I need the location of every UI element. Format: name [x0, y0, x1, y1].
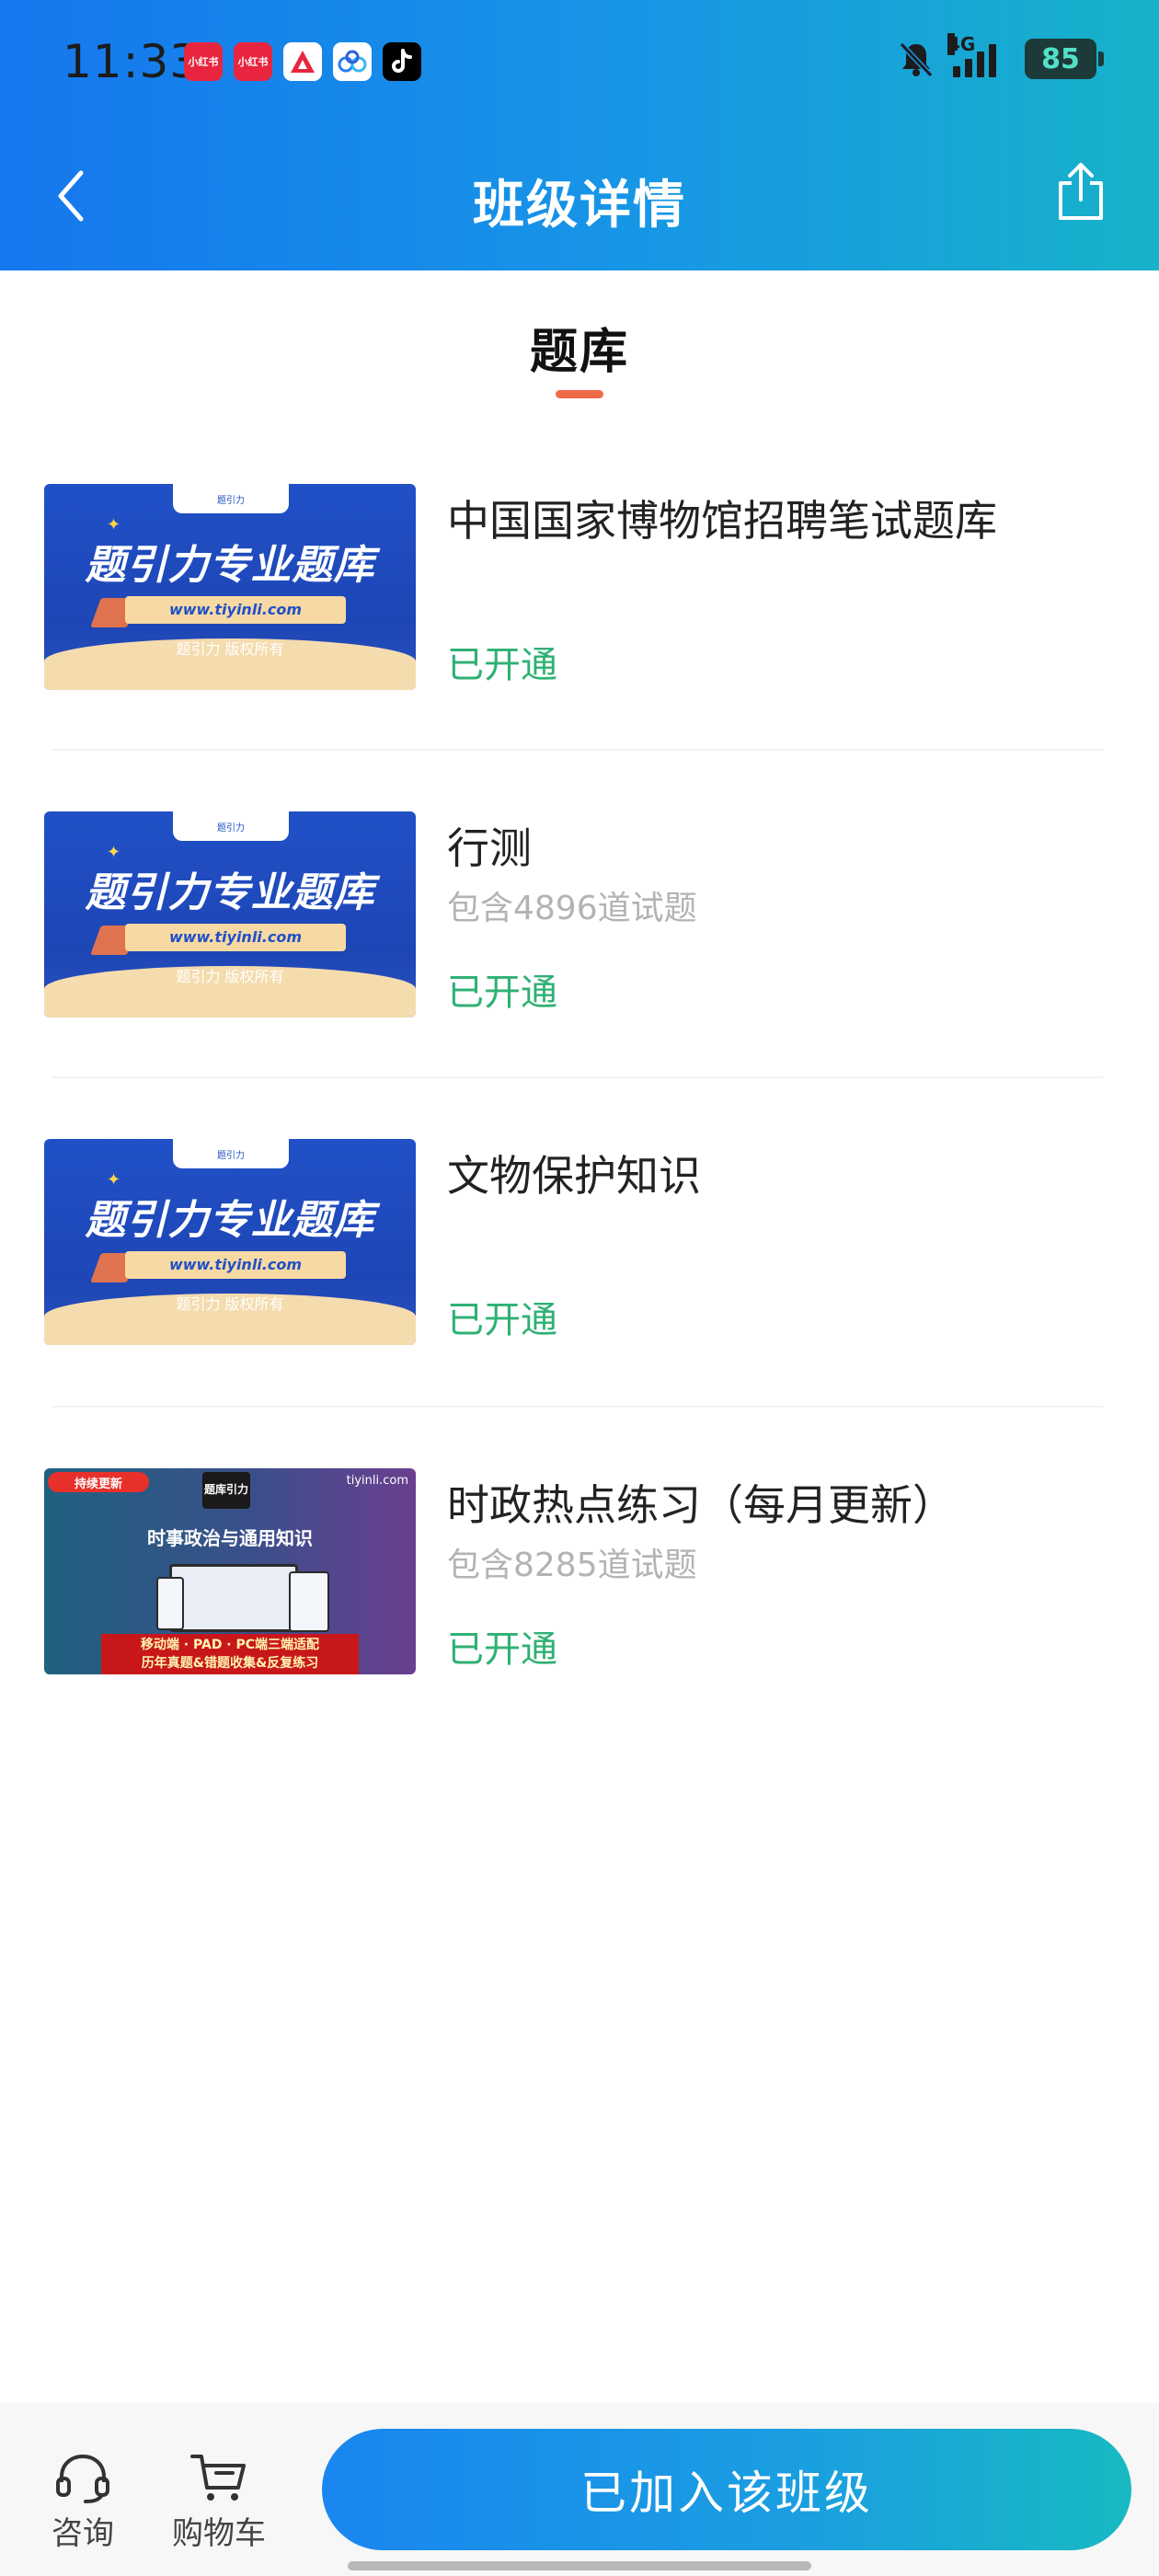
baidu-netdisk-icon [333, 42, 372, 81]
thumbnail-headline: 题引力专业题库 [85, 869, 375, 916]
share-button[interactable] [1050, 158, 1111, 224]
item-title: 中国国家博物馆招聘笔试题库 [447, 496, 997, 546]
xiaohongshu-icon: 小红书 [184, 42, 223, 81]
thumbnail-headline: 题引力专业题库 [85, 1197, 375, 1244]
bell-muted-icon [899, 41, 934, 78]
item-title: 文物保护知识 [447, 1151, 701, 1201]
tab-active-indicator [556, 390, 603, 398]
item-status: 已开通 [447, 644, 557, 686]
item-status: 已开通 [447, 1299, 557, 1341]
list-item[interactable]: 题引力 ✦ 题引力专业题库 www.tiyinli.com 题引力 版权所有 文… [44, 1133, 1104, 1354]
home-indicator[interactable] [348, 2561, 811, 2570]
consult-label: 咨询 [52, 2515, 114, 2552]
headset-icon [56, 2454, 109, 2503]
header: 11:33 小红书 小红书 4G 85 班级详情 [0, 0, 1159, 270]
divider [52, 1406, 1104, 1408]
thumbnail-headline: 题引力专业题库 [85, 542, 375, 589]
thumbnail-copyright: 题引力 版权所有 [176, 968, 284, 985]
item-status: 已开通 [447, 1628, 557, 1671]
thumbnail-brand: 题引力 [173, 811, 289, 841]
list-item[interactable]: 持续更新 题库引力 tiyinli.com 时事政治与通用知识 移动端 · PA… [44, 1463, 1104, 1684]
tablet-icon [289, 1571, 329, 1632]
item-thumbnail: 题引力 ✦ 题引力专业题库 www.tiyinli.com 题引力 版权所有 [44, 484, 416, 690]
item-thumbnail: 题引力 ✦ 题引力专业题库 www.tiyinli.com 题引力 版权所有 [44, 811, 416, 1018]
thumbnail-url: www.tiyinli.com [125, 1251, 346, 1279]
network-type: 4G [947, 33, 976, 55]
item-thumbnail: 题引力 ✦ 题引力专业题库 www.tiyinli.com 题引力 版权所有 [44, 1139, 416, 1345]
item-thumbnail: 持续更新 题库引力 tiyinli.com 时事政治与通用知识 移动端 · PA… [44, 1468, 416, 1674]
red-app-icon [283, 42, 322, 81]
status-time: 11:33 [63, 35, 201, 88]
status-indicators: 4G 85 [896, 33, 1104, 79]
item-title: 时政热点练习（每月更新） [447, 1480, 955, 1530]
thumbnail-banner: 移动端 · PAD · PC端三端适配 历年真题&错题收集&反复练习 [101, 1634, 359, 1674]
consult-button[interactable]: 咨询 [28, 2451, 138, 2553]
page-title: 班级详情 [473, 176, 686, 236]
thumbnail-subtitle: 时事政治与通用知识 [147, 1527, 313, 1549]
xiaohongshu-icon: 小红书 [234, 42, 272, 81]
thumbnail-banner-line2: 历年真题&错题收集&反复练习 [141, 1656, 319, 1671]
thumbnail-copyright: 题引力 版权所有 [176, 640, 284, 658]
status-app-icons: 小红书 小红书 [184, 42, 421, 81]
thumbnail-copyright: 题引力 版权所有 [176, 1295, 284, 1313]
divider [52, 1076, 1104, 1078]
item-subtitle: 包含4896道试题 [447, 890, 697, 927]
divider [52, 749, 1104, 751]
cart-button[interactable]: 购物车 [164, 2451, 274, 2553]
laptop-icon [169, 1564, 298, 1632]
tiktok-icon [383, 42, 421, 81]
item-status: 已开通 [447, 972, 557, 1014]
thumbnail-badge: 持续更新 [48, 1472, 149, 1492]
list-item[interactable]: 题引力 ✦ 题引力专业题库 www.tiyinli.com 题引力 版权所有 行… [44, 806, 1104, 1027]
share-icon [1059, 163, 1103, 220]
phone-icon [156, 1577, 184, 1630]
thumbnail-url: www.tiyinli.com [125, 596, 346, 624]
item-title: 行测 [447, 823, 532, 873]
tab-question-bank[interactable]: 题库 [0, 313, 1159, 382]
thumbnail-brand: 题引力 [173, 484, 289, 513]
signal-icon: 4G [947, 33, 1008, 77]
thumbnail-brand: 题引力 [173, 1139, 289, 1168]
joined-class-button[interactable]: 已加入该班级 [322, 2429, 1131, 2550]
thumbnail-logo: 题库引力 [202, 1472, 250, 1509]
thumbnail-url: www.tiyinli.com [125, 924, 346, 951]
battery-indicator: 85 [1025, 39, 1104, 79]
thumbnail-banner-line1: 移动端 · PAD · PC端三端适配 [140, 1638, 320, 1652]
page: 11:33 小红书 小红书 4G 85 班级详情 题库 题引力 ✦ 题引力专业题… [0, 0, 1159, 2576]
list-item[interactable]: 题引力 ✦ 题引力专业题库 www.tiyinli.com 题引力 版权所有 中… [44, 478, 1104, 699]
item-subtitle: 包含8285道试题 [447, 1547, 697, 1584]
cart-label: 购物车 [172, 2515, 266, 2552]
thumbnail-site: tiyinli.com [346, 1474, 408, 1488]
shopping-cart-icon [190, 2455, 246, 2501]
